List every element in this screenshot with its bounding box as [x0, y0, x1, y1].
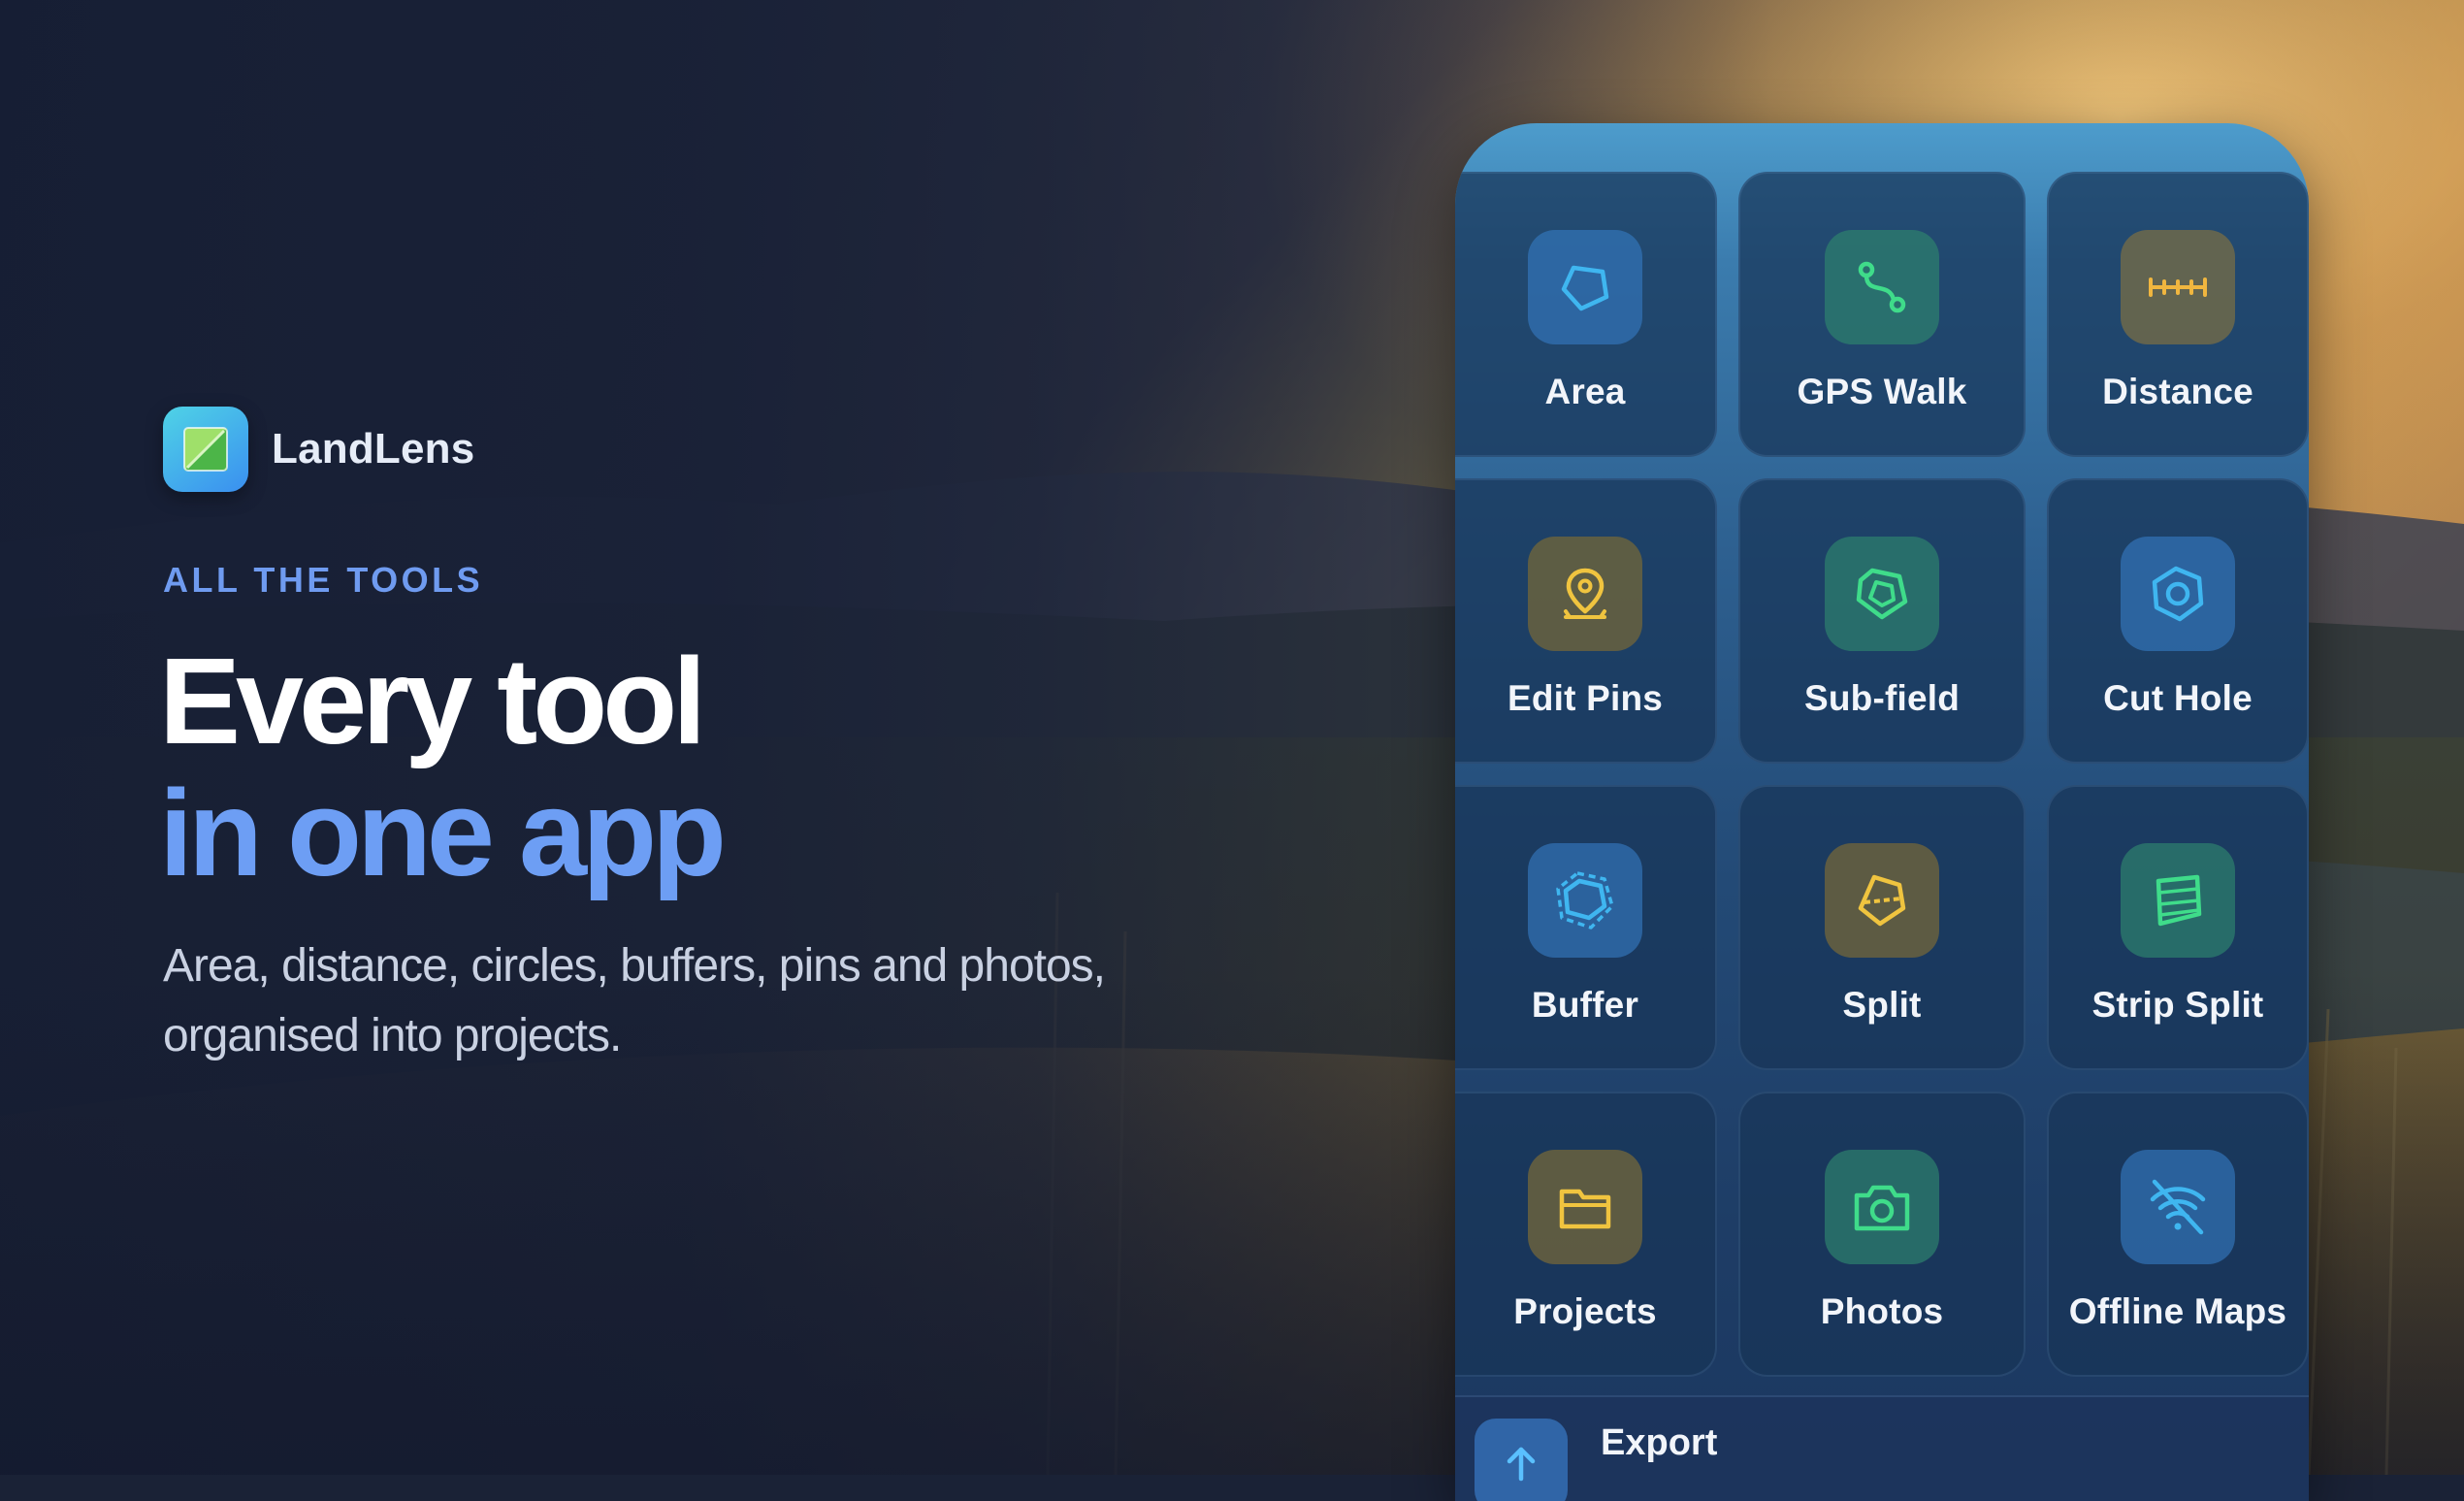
- tool-label: Split: [1842, 985, 1922, 1025]
- nested-polygon-icon: [1825, 537, 1939, 651]
- tool-label: GPS Walk: [1797, 372, 1967, 411]
- tool-tile-buffer[interactable]: Buffer: [1455, 785, 1717, 1070]
- polygon-hole-icon: [2121, 537, 2235, 651]
- export-row[interactable]: Export: [1455, 1395, 2309, 1501]
- headline-line-1: Every tool: [159, 633, 706, 769]
- upload-icon: [1475, 1419, 1568, 1501]
- map-pin-icon: [1528, 537, 1642, 651]
- tool-label: Cut Hole: [2103, 678, 2253, 718]
- tool-tile-strip-split[interactable]: Strip Split: [2047, 785, 2309, 1070]
- split-polygon-icon: [1825, 843, 1939, 958]
- tool-label: Distance: [2102, 372, 2253, 411]
- wifi-off-icon: [2121, 1150, 2235, 1264]
- polygon-icon: [1528, 230, 1642, 344]
- landlens-logo-icon: [163, 407, 248, 492]
- tool-label: Edit Pins: [1507, 678, 1664, 718]
- tool-tile-split[interactable]: Split: [1738, 785, 2026, 1070]
- tool-tile-projects[interactable]: Projects: [1455, 1092, 1717, 1377]
- tool-label: Photos: [1820, 1291, 1944, 1331]
- tool-tile-gps-walk[interactable]: GPS Walk: [1738, 172, 2026, 457]
- brand: LandLens: [163, 407, 474, 492]
- tool-tile-photos[interactable]: Photos: [1738, 1092, 2026, 1377]
- tool-grid: Area GPS Walk Distance Edit Pins Sub-fie…: [1455, 172, 2309, 1377]
- tool-tile-area[interactable]: Area: [1455, 172, 1717, 457]
- buffer-polygon-icon: [1528, 843, 1642, 958]
- tool-tile-edit-pins[interactable]: Edit Pins: [1455, 478, 1717, 764]
- export-label: Export: [1601, 1422, 1718, 1463]
- tool-label: Buffer: [1531, 985, 1639, 1025]
- camera-icon: [1825, 1150, 1939, 1264]
- phone-mockup: Area GPS Walk Distance Edit Pins Sub-fie…: [1455, 123, 2309, 1501]
- tool-tile-sub-field[interactable]: Sub-field: [1738, 478, 2026, 764]
- subcopy: Area, distance, circles, buffers, pins a…: [163, 940, 1106, 1061]
- headline-line-2: in one app: [159, 765, 727, 901]
- tool-label: Strip Split: [2091, 985, 2264, 1025]
- section-eyebrow: ALL THE TOOLS: [163, 560, 484, 600]
- ruler-icon: [2121, 230, 2235, 344]
- brand-name: LandLens: [272, 425, 475, 473]
- tool-label: Area: [1544, 372, 1626, 411]
- tool-tile-distance[interactable]: Distance: [2047, 172, 2309, 457]
- folder-icon: [1528, 1150, 1642, 1264]
- tool-tile-offline-maps[interactable]: Offline Maps: [2047, 1092, 2309, 1377]
- tool-label: Projects: [1513, 1291, 1657, 1331]
- headline: Every tool in one app: [159, 633, 727, 901]
- tool-label: Sub-field: [1803, 678, 1961, 718]
- route-icon: [1825, 230, 1939, 344]
- tool-label: Offline Maps: [2068, 1291, 2287, 1331]
- strip-split-icon: [2121, 843, 2235, 958]
- tool-tile-cut-hole[interactable]: Cut Hole: [2047, 478, 2309, 764]
